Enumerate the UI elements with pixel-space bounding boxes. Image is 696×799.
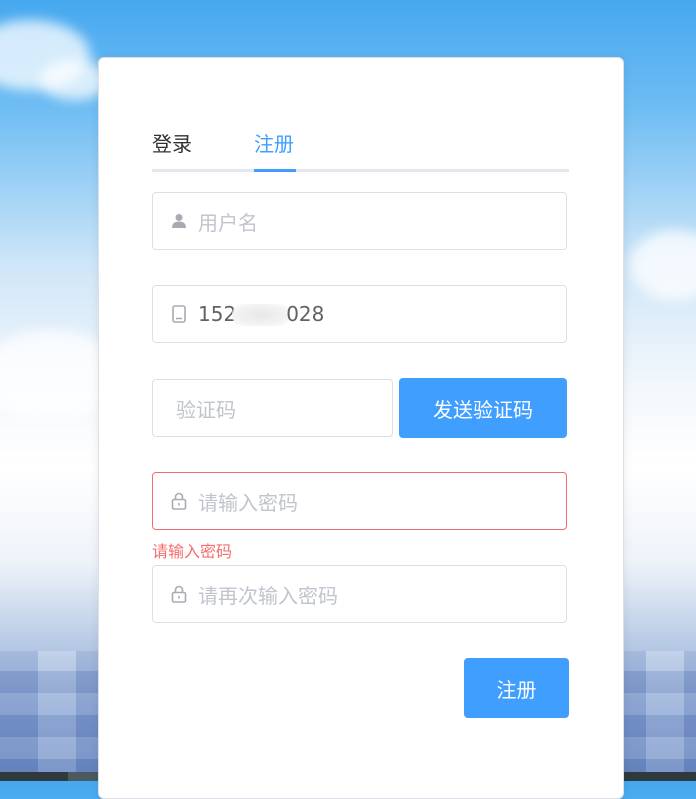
user-icon (170, 212, 188, 230)
send-code-button[interactable]: 发送验证码 (399, 378, 567, 438)
mobile-phone-icon (170, 305, 188, 323)
password-field[interactable]: 请输入密码 (152, 472, 567, 530)
code-placeholder: 验证码 (176, 397, 236, 422)
tab-register[interactable]: 注册 (254, 128, 294, 157)
register-card: 登录 注册 用户名 152 028 验证码 发送验证码 请输入密码 请输入密码 请… (98, 57, 624, 799)
cloud-decoration (630, 230, 696, 300)
tab-login[interactable]: 登录 (152, 128, 192, 157)
phone-value: 152 028 (198, 301, 325, 327)
phone-field[interactable]: 152 028 (152, 285, 567, 343)
username-placeholder: 用户名 (198, 210, 258, 235)
password-placeholder: 请输入密码 (198, 490, 298, 515)
username-field[interactable]: 用户名 (152, 192, 567, 250)
active-tab-indicator (254, 169, 296, 172)
lock-icon (170, 492, 188, 510)
confirm-password-placeholder: 请再次输入密码 (198, 583, 338, 608)
redacted-blur (232, 304, 291, 327)
password-error-message: 请输入密码 (152, 542, 233, 561)
tabs-divider (152, 169, 569, 172)
register-submit-button[interactable]: 注册 (464, 658, 569, 718)
code-field[interactable]: 验证码 (152, 379, 393, 437)
lock-icon (170, 585, 188, 603)
confirm-password-field[interactable]: 请再次输入密码 (152, 565, 567, 623)
auth-tabs: 登录 注册 (152, 128, 569, 172)
